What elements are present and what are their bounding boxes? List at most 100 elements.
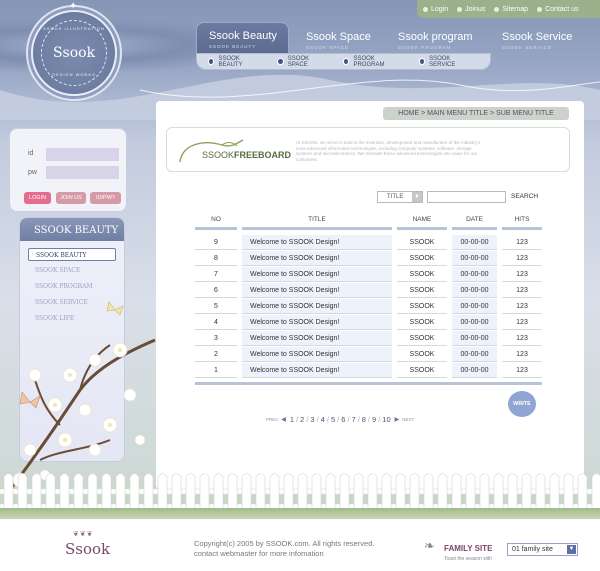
subnav-ssook-beauty[interactable]: SSOOK BEAUTY	[208, 56, 260, 68]
nav-ssook-beauty[interactable]: Ssook Beauty SSOOK BEAUTY	[196, 22, 289, 57]
table-row[interactable]: 6 Welcome to SSOOK Design! SSOOK 00-00-00 12…	[195, 283, 542, 299]
cell-title[interactable]: Welcome to SSOOK Design!	[242, 283, 392, 298]
table-row[interactable]: 4 Welcome to SSOOK Design! SSOOK 00-00-00 12…	[195, 315, 542, 331]
search-input[interactable]	[427, 191, 506, 203]
table-row[interactable]: 3 Welcome to SSOOK Design! SSOOK 00-00-00 12…	[195, 331, 542, 347]
banner-title-bold: FREEBOARD	[234, 150, 292, 160]
id-field[interactable]	[46, 148, 119, 161]
footer-logo[interactable]: Ssook	[65, 540, 110, 558]
page-link[interactable]: 2	[300, 415, 304, 424]
bullet-icon	[457, 6, 463, 12]
find-idpw-button[interactable]: ID/PW?	[90, 192, 121, 204]
col-header-name: NAME	[397, 216, 447, 230]
cell-title[interactable]: Welcome to SSOOK Design!	[242, 347, 392, 362]
table-row[interactable]: 7 Welcome to SSOOK Design! SSOOK 00-00-00 12…	[195, 267, 542, 283]
search-field-select[interactable]: TITLE ▼	[377, 191, 423, 203]
cell-title[interactable]: Welcome to SSOOK Design!	[242, 251, 392, 266]
subnav-ssook-service[interactable]: SSOOK SERVICE	[418, 56, 473, 68]
cell-title[interactable]: Welcome to SSOOK Design!	[242, 235, 392, 250]
subnav-ssook-space[interactable]: SSOOK SPACE	[277, 56, 326, 68]
copyright-text: Copyright(c) 2005 by SSOOK.com. All righ…	[194, 539, 375, 548]
page-separator: /	[357, 414, 360, 424]
cell-no: 1	[195, 363, 237, 378]
cell-date: 00-00-00	[452, 251, 497, 266]
brand-logo[interactable]: ✦ SSOOK ILLUSTRATION Ssook DESIGN WORKS	[31, 1, 117, 96]
page-link[interactable]: 9	[372, 415, 376, 424]
page-link[interactable]: 4	[321, 415, 325, 424]
cell-title[interactable]: Welcome to SSOOK Design!	[242, 315, 392, 330]
nav-label: Ssook Space	[306, 31, 371, 43]
cell-date: 00-00-00	[452, 283, 497, 298]
prev-link[interactable]: PREV	[266, 417, 278, 422]
page-link[interactable]: 10	[382, 415, 390, 424]
col-header-date: DATE	[452, 216, 497, 230]
page-link[interactable]: 5	[331, 415, 335, 424]
cell-title[interactable]: Welcome to SSOOK Design!	[242, 363, 392, 378]
login-button[interactable]: LOGIN	[24, 192, 51, 204]
page-link[interactable]: 7	[351, 415, 355, 424]
cell-name: SSOOK	[397, 299, 447, 314]
util-label: Login	[431, 5, 449, 13]
cell-hits: 123	[502, 251, 542, 266]
cell-title[interactable]: Welcome to SSOOK Design!	[242, 331, 392, 346]
cell-date: 00-00-00	[452, 235, 497, 250]
cell-hits: 123	[502, 331, 542, 346]
table-row[interactable]: 1 Welcome to SSOOK Design! SSOOK 00-00-00 12…	[195, 363, 542, 379]
util-joinus-link[interactable]: Joinus	[457, 6, 485, 13]
join-button[interactable]: JOIN US	[56, 192, 86, 204]
subnav-ssook-program[interactable]: SSOOK PROGRAM	[342, 55, 402, 68]
nav-label: Ssook program	[398, 31, 473, 43]
table-row[interactable]: 5 Welcome to SSOOK Design! SSOOK 00-00-00 12…	[195, 299, 542, 315]
search-button[interactable]: SEARCH	[511, 193, 538, 200]
page-separator: /	[296, 414, 299, 424]
pagination: PREV ◀ 1/2/3/4/5/6/7/8/9/10 ▶ NEXT	[266, 413, 466, 425]
write-button[interactable]: WRITE	[508, 391, 536, 417]
col-header-hits: HITS	[502, 216, 542, 230]
table-row[interactable]: 2 Welcome to SSOOK Design! SSOOK 00-00-00 12…	[195, 347, 542, 363]
board-banner: SSOOKFREEBOARD At SSOOK, we strive to le…	[166, 127, 570, 172]
table-row[interactable]: 9 Welcome to SSOOK Design! SSOOK 00-00-00 12…	[195, 235, 542, 251]
cell-no: 6	[195, 283, 237, 298]
page-separator: /	[326, 414, 329, 424]
page-separator: /	[347, 414, 350, 424]
page-separator: /	[367, 414, 371, 424]
nav-ssook-program[interactable]: Ssook program SSOOK PROGRAM	[398, 24, 473, 56]
util-contact-link[interactable]: Contact us	[537, 5, 579, 13]
page-link[interactable]: 1	[290, 415, 294, 424]
next-arrow-icon[interactable]: ▶	[395, 416, 400, 423]
family-site-select[interactable]: 01 family site ▼	[507, 543, 578, 556]
bullet-icon	[494, 6, 500, 12]
banner-title: SSOOKFREEBOARD	[202, 150, 291, 160]
subnav-label: SSOOK PROGRAM	[353, 55, 385, 68]
cell-no: 2	[195, 347, 237, 362]
cell-title[interactable]: Welcome to SSOOK Design!	[242, 267, 392, 282]
pw-field[interactable]	[46, 166, 119, 179]
side-menu-item-program[interactable]: SSOOK PROGRAM	[28, 280, 116, 293]
util-sitemap-link[interactable]: Sitemap	[494, 6, 528, 13]
util-label: Contact us	[545, 5, 579, 13]
sprout-icon: ❧	[424, 538, 435, 553]
side-menu-item-space[interactable]: SSOOK SPACE	[28, 264, 116, 277]
banner-description: At SSOOK, we strive to lead in the inven…	[296, 140, 480, 162]
nav-ssook-space[interactable]: Ssook Space SSOOK SPACE	[306, 24, 371, 56]
butterfly-icon	[19, 391, 41, 409]
table-bottom-rule	[195, 382, 542, 385]
nav-sublabel: SSOOK SERVICE	[502, 45, 552, 50]
sub-nav: SSOOK BEAUTY SSOOK SPACE SSOOK PROGRAM S…	[196, 53, 491, 70]
side-menu-item-beauty[interactable]: SSOOK BEAUTY	[28, 248, 116, 261]
search-field-value: TITLE	[387, 194, 404, 200]
util-login-link[interactable]: Login	[423, 6, 448, 13]
cell-title[interactable]: Welcome to SSOOK Design!	[242, 299, 392, 314]
page-link[interactable]: 8	[362, 415, 366, 424]
cell-name: SSOOK	[397, 267, 447, 282]
nav-ssook-service[interactable]: Ssook Service SSOOK SERVICE	[502, 24, 572, 56]
next-link[interactable]: NEXT	[402, 417, 414, 422]
chevron-down-icon: ▼	[412, 192, 422, 202]
cell-hits: 123	[502, 315, 542, 330]
cell-hits: 123	[502, 363, 542, 378]
cell-date: 00-00-00	[452, 363, 497, 378]
page-link[interactable]: 6	[341, 415, 345, 424]
table-row[interactable]: 8 Welcome to SSOOK Design! SSOOK 00-00-00 12…	[195, 251, 542, 267]
page-link[interactable]: 3	[310, 415, 314, 424]
prev-arrow-icon[interactable]: ◀	[281, 416, 286, 423]
